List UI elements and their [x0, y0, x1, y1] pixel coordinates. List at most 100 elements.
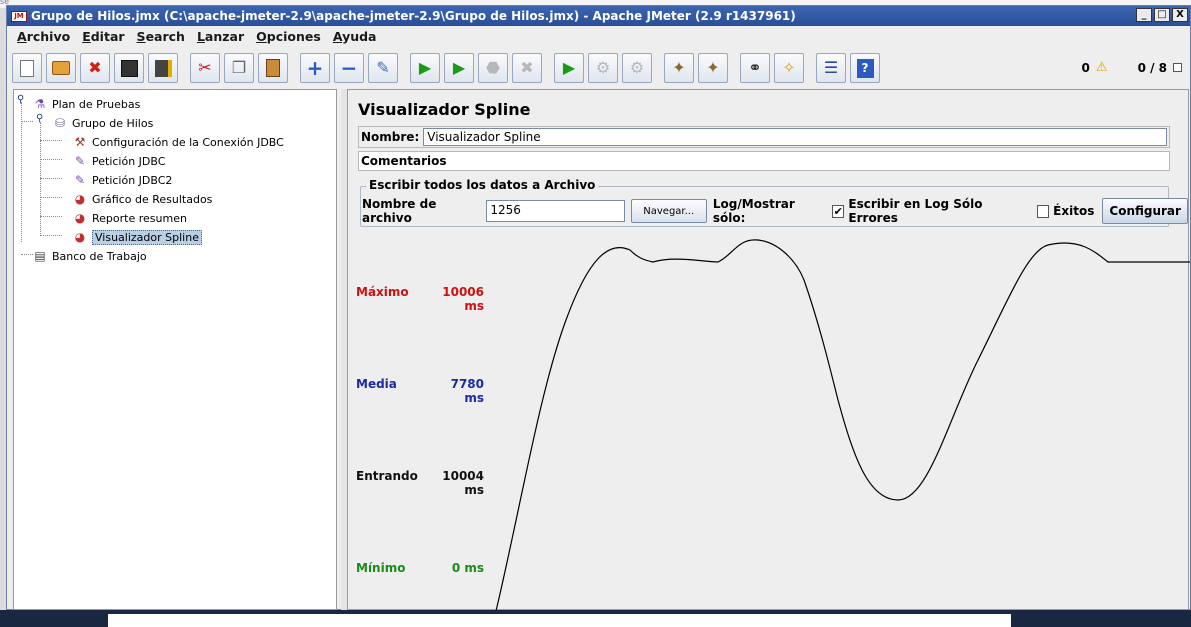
jmeter-logo-icon: JM	[11, 10, 27, 22]
tree-item-label: Gráfico de Resultados	[92, 192, 213, 206]
copy-icon: ❐	[231, 58, 247, 77]
remote-shutdown-icon: ⚙	[629, 58, 645, 77]
tree-item-jdbc-request-2[interactable]: ✎ Petición JDBC2	[72, 171, 172, 189]
clipboard-icon	[266, 59, 280, 77]
flask-icon: ⚗	[34, 97, 46, 111]
workbench-icon: ▤	[34, 249, 46, 263]
tree-item-label: Petición JDBC2	[92, 173, 173, 187]
new-file-icon	[20, 59, 34, 77]
start-no-pause-button[interactable]: ▶	[444, 53, 474, 83]
spline-graph	[495, 239, 1190, 611]
tree-item-jdbc-config[interactable]: ⚒ Configuración de la Conexión JDBC	[72, 133, 284, 151]
chart-icon: ◕	[74, 211, 86, 225]
help-button[interactable]: ?	[850, 53, 880, 83]
wand-icon: ✎	[376, 58, 390, 77]
collapse-toggle-icon[interactable]: ⚲	[36, 113, 43, 124]
close-button[interactable]: X	[1172, 8, 1188, 22]
toolbar: ✖ ✂ ❐ + − ✎ ▶ ▶ ⬣ ✖ ▶ ⚙ ⚙ ✦ ✦ ⚭ ✧ ☰ ? 0 …	[7, 48, 1190, 88]
collapse-toggle-icon[interactable]: ⚲	[17, 94, 24, 105]
error-count: 0	[1081, 60, 1090, 75]
collapse-button[interactable]: −	[334, 53, 364, 83]
save-as-icon	[154, 59, 172, 77]
active-threads: 0 / 8	[1137, 60, 1167, 75]
chart-icon: ◕	[74, 230, 86, 244]
title-bar[interactable]: JM Grupo de Hilos.jmx (C:\apache-jmeter-…	[7, 6, 1190, 26]
tree-item-thread-group[interactable]: ⛁ Grupo de Hilos	[52, 114, 153, 132]
scissors-icon: ✂	[198, 58, 212, 77]
remote-play-icon: ▶	[562, 58, 576, 77]
broom-icon: ✦	[672, 58, 686, 77]
clear-all-button[interactable]: ✦	[698, 53, 728, 83]
tree-item-jdbc-request[interactable]: ✎ Petición JDBC	[72, 152, 165, 170]
stop-icon: ⬣	[486, 58, 500, 77]
tree-item-summary-report[interactable]: ◕ Reporte resumen	[72, 209, 187, 227]
toggle-button[interactable]: ✎	[368, 53, 398, 83]
menu-ayuda[interactable]: Ayuda	[327, 29, 383, 44]
running-indicator-icon	[1173, 63, 1182, 72]
tree-item-label: Configuración de la Conexión JDBC	[92, 135, 284, 149]
tree-item-label: Petición JDBC	[92, 154, 166, 168]
save-button[interactable]	[114, 53, 144, 83]
menu-lanzar[interactable]: Lanzar	[191, 29, 250, 44]
menu-opciones[interactable]: Opciones	[250, 29, 327, 44]
close-file-icon: ✖	[88, 58, 102, 77]
plus-icon: +	[306, 56, 324, 80]
remote-stop-icon: ⚙	[595, 58, 611, 77]
start-button[interactable]: ▶	[410, 53, 440, 83]
menu-editar[interactable]: Editar	[76, 29, 130, 44]
cut-button[interactable]: ✂	[190, 53, 220, 83]
remote-stop-button[interactable]: ⚙	[588, 53, 618, 83]
config-icon: ⚒	[74, 135, 86, 149]
shutdown-button[interactable]: ✖	[512, 53, 542, 83]
tree-item-spline-visualizer[interactable]: ◕ Visualizador Spline	[72, 228, 202, 246]
close-file-button[interactable]: ✖	[80, 53, 110, 83]
clear-button[interactable]: ✦	[664, 53, 694, 83]
search-button[interactable]: ⚭	[740, 53, 770, 83]
remote-shutdown-button[interactable]: ⚙	[622, 53, 652, 83]
chart-icon: ◕	[74, 192, 86, 206]
menu-archivo[interactable]: Archivo	[11, 29, 76, 44]
minus-icon: −	[340, 56, 358, 80]
copy-button[interactable]: ❐	[224, 53, 254, 83]
spool-icon: ⛁	[54, 116, 66, 130]
open-button[interactable]	[46, 53, 76, 83]
help-icon: ?	[856, 58, 874, 78]
test-status: 0 ⚠ 0 / 8	[1082, 60, 1182, 75]
broom-yellow-icon: ✧	[782, 58, 796, 77]
shutdown-icon: ✖	[520, 58, 534, 77]
maximize-button[interactable]: □	[1154, 8, 1170, 22]
test-plan-tree: ⚲ ⚲ ⚗ Plan de Pruebas ⛁ Grupo de Hilos ⚒…	[13, 89, 337, 610]
spline-visualizer-panel: Visualizador Spline Nombre: Visualizador…	[347, 89, 1190, 611]
tree-item-graph-results[interactable]: ◕ Gráfico de Resultados	[72, 190, 213, 208]
tree-item-label: Plan de Pruebas	[52, 97, 141, 111]
new-button[interactable]	[12, 53, 42, 83]
window-controls: _ □ X	[1136, 8, 1188, 22]
menu-bar: Archivo Editar Search Lanzar Opciones Ay…	[7, 26, 1190, 46]
desktop-window-edge	[108, 614, 1011, 627]
stop-button[interactable]: ⬣	[478, 53, 508, 83]
play-no-timers-icon: ▶	[452, 58, 466, 77]
minimize-button[interactable]: _	[1136, 8, 1152, 22]
tree-item-workbench[interactable]: ▤ Banco de Trabajo	[32, 247, 147, 265]
binoculars-icon: ⚭	[748, 58, 762, 77]
remote-start-button[interactable]: ▶	[554, 53, 584, 83]
list-icon: ☰	[823, 58, 839, 77]
spline-curve	[495, 239, 1190, 611]
play-icon: ▶	[418, 58, 432, 77]
tree-item-label: Reporte resumen	[92, 211, 187, 225]
menu-search[interactable]: Search	[131, 29, 191, 44]
pipette-icon: ✎	[74, 173, 86, 187]
save-as-button[interactable]	[148, 53, 178, 83]
expand-button[interactable]: +	[300, 53, 330, 83]
warning-icon: ⚠	[1095, 60, 1108, 75]
tree-item-plan[interactable]: ⚗ Plan de Pruebas	[32, 95, 141, 113]
window-title: Grupo de Hilos.jmx (C:\apache-jmeter-2.9…	[31, 9, 796, 23]
reset-search-button[interactable]: ✧	[774, 53, 804, 83]
folder-icon	[52, 61, 70, 75]
tree-item-label: Banco de Trabajo	[52, 249, 147, 263]
broom-all-icon: ✦	[706, 58, 720, 77]
paste-button[interactable]	[258, 53, 288, 83]
pipette-icon: ✎	[74, 154, 86, 168]
function-helper-button[interactable]: ☰	[816, 53, 846, 83]
tree-item-label: Visualizador Spline	[92, 229, 202, 245]
